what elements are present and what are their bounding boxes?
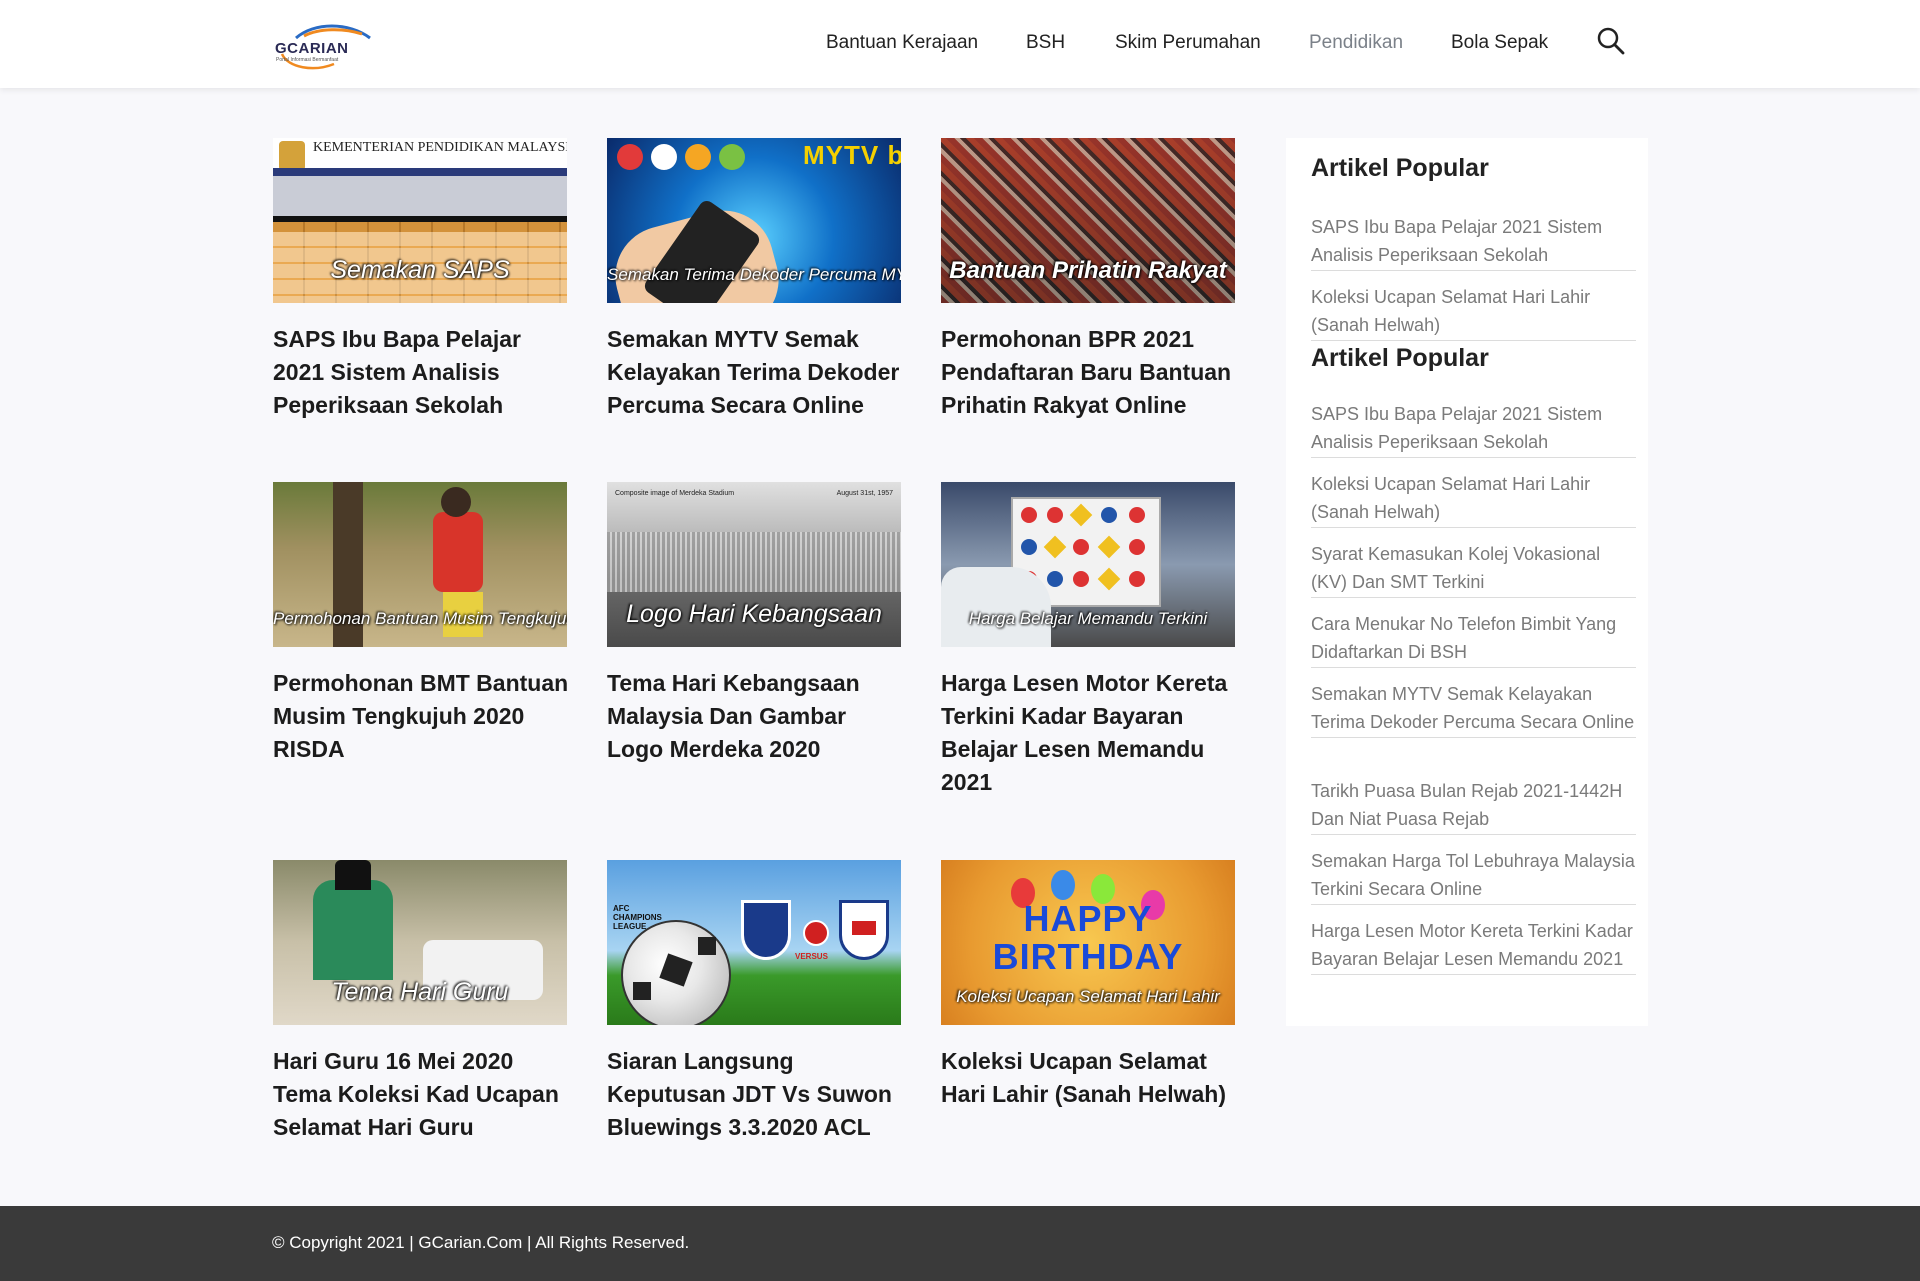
thumb-caption: Tema Hari Guru (331, 978, 509, 1006)
balloon-icon (1051, 870, 1075, 900)
thumb-caption: Semakan Terima Dekoder Percuma MYTV (607, 265, 901, 284)
popular-link[interactable]: SAPS Ibu Bapa Pelajar 2021 Sistem Analis… (1311, 213, 1636, 271)
nav-item-skim-perumahan[interactable]: Skim Perumahan (1115, 32, 1261, 54)
search-icon (1597, 27, 1625, 55)
sidebar: Artikel Popular SAPS Ibu Bapa Pelajar 20… (1286, 138, 1648, 1026)
channel-logo-icon (719, 144, 745, 170)
post-thumbnail[interactable]: AFC CHAMPIONS LEAGUE VERSUS (607, 860, 901, 1025)
search-button[interactable] (1596, 26, 1626, 56)
popular-link[interactable]: Harga Lesen Motor Kereta Terkini Kadar B… (1311, 917, 1636, 975)
post-title[interactable]: Hari Guru 16 Mei 2020 Tema Koleksi Kad U… (273, 1045, 573, 1144)
site-footer: © Copyright 2021 | GCarian.Com | All Rig… (0, 1206, 1920, 1281)
popular-link[interactable]: Koleksi Ucapan Selamat Hari Lahir (Sanah… (1311, 283, 1636, 341)
popular-link[interactable]: Cara Menukar No Telefon Bimbit Yang Dida… (1311, 610, 1636, 668)
vs-badge-icon (803, 920, 829, 946)
copyright-text: © Copyright 2021 | GCarian.Com | All Rig… (272, 1233, 690, 1252)
popular-link[interactable]: Tarikh Puasa Bulan Rejab 2021-1442H Dan … (1311, 777, 1636, 835)
thumb-caption: Permohonan Bantuan Musim Tengkujuh (273, 609, 567, 628)
post-title[interactable]: Siaran Langsung Keputusan JDT Vs Suwon B… (607, 1045, 907, 1144)
post-thumbnail[interactable]: Permohonan Bantuan Musim Tengkujuh (273, 482, 567, 647)
suwon-crest-icon (839, 900, 889, 960)
crest-icon (279, 141, 305, 171)
thumb-header-date: August 31st, 1957 (836, 490, 893, 497)
nav-item-bantuan-kerajaan[interactable]: Bantuan Kerajaan (826, 32, 978, 54)
thumb-header-text: HAPPY BIRTHDAY (992, 898, 1184, 977)
vs-label: VERSUS (795, 952, 828, 961)
thumb-header-text: MYTV broadcasting (803, 140, 901, 170)
crowd-shape (607, 532, 901, 592)
popular-link[interactable]: Syarat Kemasukan Kolej Vokasional (KV) D… (1311, 540, 1636, 598)
channel-logo-icon (685, 144, 711, 170)
thumb-caption: Koleksi Ucapan Selamat Hari Lahir (956, 987, 1220, 1006)
channel-logo-icon (651, 144, 677, 170)
post-thumbnail[interactable]: Harga Belajar Memandu Terkini (941, 482, 1235, 647)
post-title[interactable]: Tema Hari Kebangsaan Malaysia Dan Gambar… (607, 667, 907, 766)
nav-item-bola-sepak[interactable]: Bola Sepak (1451, 32, 1548, 54)
thumb-caption: Logo Hari Kebangsaan (626, 600, 882, 628)
post-title[interactable]: SAPS Ibu Bapa Pelajar 2021 Sistem Analis… (273, 323, 573, 422)
widget-title: Artikel Popular (1311, 154, 1489, 182)
football-icon (621, 920, 731, 1025)
logo-tagline: Portal Informasi Bermanfaat (276, 57, 339, 63)
post-thumbnail[interactable]: Composite image of Merdeka Stadium Augus… (607, 482, 901, 647)
thumb-caption: Bantuan Prihatin Rakyat (949, 257, 1227, 284)
channel-logo-icon (617, 144, 643, 170)
post-title[interactable]: Permohonan BPR 2021 Pendaftaran Baru Ban… (941, 323, 1241, 422)
popular-link[interactable]: Semakan Harga Tol Lebuhraya Malaysia Ter… (1311, 847, 1636, 905)
nav-item-pendidikan[interactable]: Pendidikan (1309, 32, 1403, 54)
post-thumbnail[interactable]: MYTV broadcasting Semakan Terima Dekoder… (607, 138, 901, 303)
teacher-shape (313, 880, 393, 980)
post-title[interactable]: Semakan MYTV Semak Kelayakan Terima Deko… (607, 323, 907, 422)
car-shape (941, 567, 1051, 647)
jdt-crest-icon (741, 900, 791, 960)
popular-link[interactable]: Koleksi Ucapan Selamat Hari Lahir (Sanah… (1311, 470, 1636, 528)
logo-text: GCARIAN (275, 40, 349, 57)
nav-item-bsh[interactable]: BSH (1026, 32, 1065, 54)
popular-link[interactable]: Semakan MYTV Semak Kelayakan Terima Deko… (1311, 680, 1636, 738)
thumb-header-text: KEMENTERIAN PENDIDIKAN MALAYSIA (313, 140, 567, 155)
thumb-header-text: Composite image of Merdeka Stadium (615, 490, 735, 497)
site-logo[interactable]: GCARIAN Portal Informasi Bermanfaat (274, 16, 374, 72)
popular-link[interactable]: SAPS Ibu Bapa Pelajar 2021 Sistem Analis… (1311, 400, 1636, 458)
thumb-caption: Semakan SAPS (330, 256, 510, 284)
post-title[interactable]: Permohonan BMT Bantuan Musim Tengkujuh 2… (273, 667, 573, 766)
widget-title: Artikel Popular (1311, 344, 1489, 372)
post-thumbnail[interactable]: Bantuan Prihatin Rakyat (941, 138, 1235, 303)
post-title[interactable]: Harga Lesen Motor Kereta Terkini Kadar B… (941, 667, 1241, 799)
thumb-caption: Harga Belajar Memandu Terkini (968, 609, 1208, 628)
post-thumbnail[interactable]: HAPPY BIRTHDAY Koleksi Ucapan Selamat Ha… (941, 860, 1235, 1025)
site-header: GCARIAN Portal Informasi Bermanfaat Bant… (0, 0, 1920, 88)
post-title[interactable]: Koleksi Ucapan Selamat Hari Lahir (Sanah… (941, 1045, 1241, 1111)
post-thumbnail[interactable]: KEMENTERIAN PENDIDIKAN MALAYSIA Semakan … (273, 138, 567, 303)
person-shape (433, 512, 483, 592)
post-thumbnail[interactable]: Tema Hari Guru (273, 860, 567, 1025)
